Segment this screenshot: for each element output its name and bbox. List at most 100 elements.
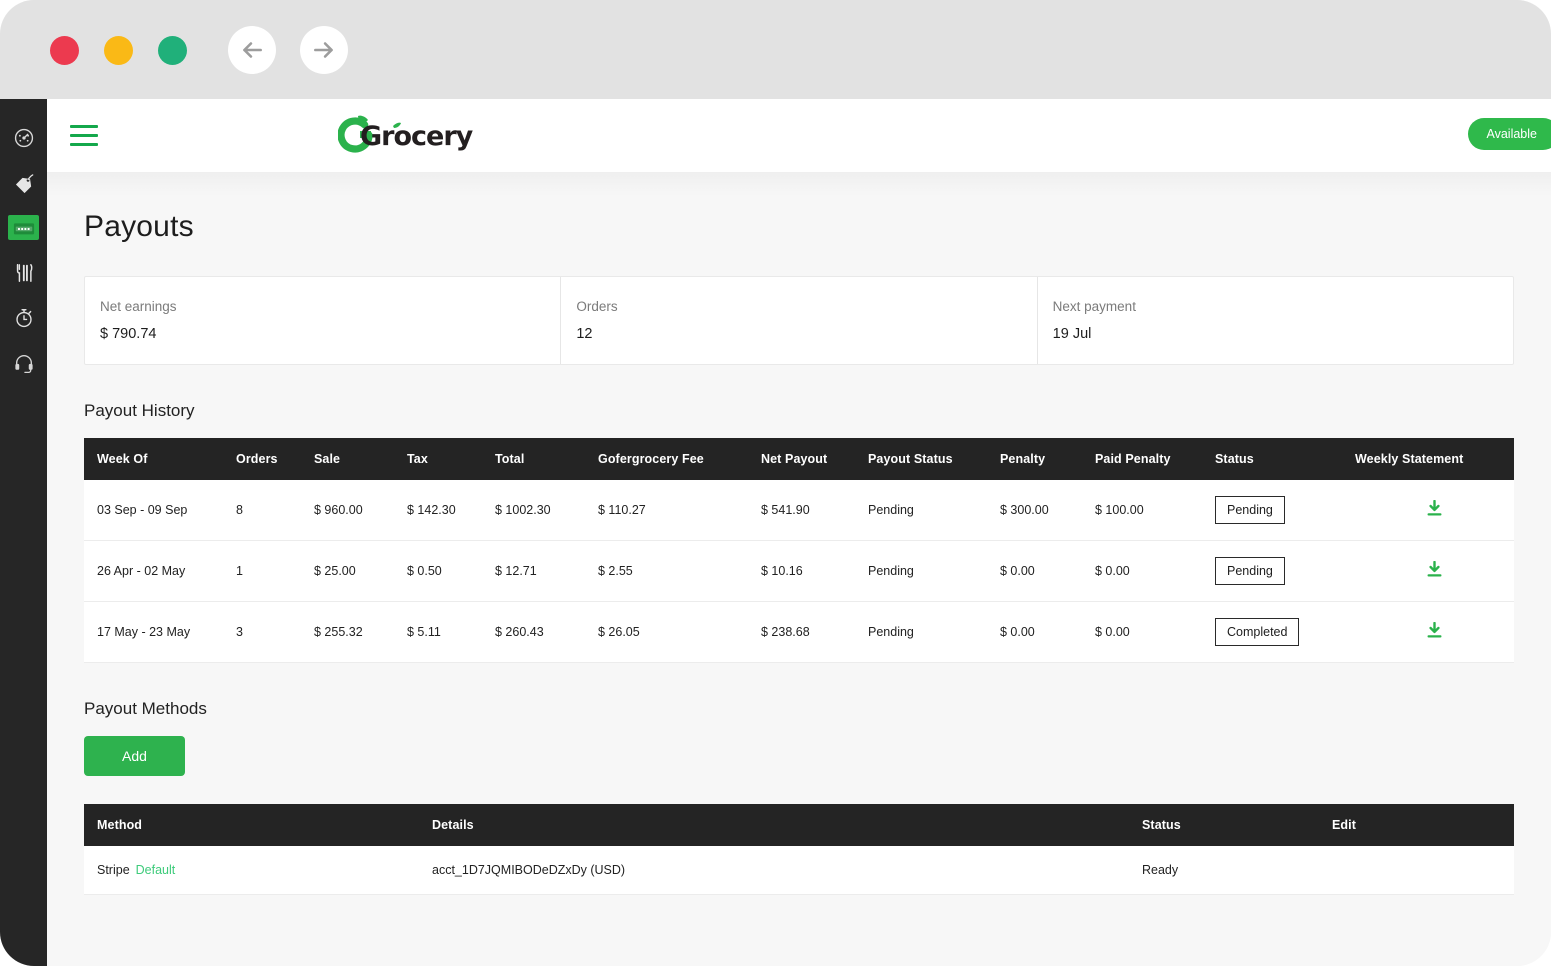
payout-methods-table-wrap: Method Details Status Edit Stripe Default bbox=[84, 804, 1514, 895]
hamburger-menu-button[interactable] bbox=[70, 125, 98, 146]
status-badge: Pending bbox=[1215, 496, 1285, 524]
tag-icon bbox=[15, 173, 33, 193]
cell-weekly-statement[interactable] bbox=[1355, 540, 1514, 602]
sidebar-item-dashboard[interactable] bbox=[0, 115, 47, 160]
cell-penalty: $ 0.00 bbox=[1000, 540, 1095, 602]
cell-week-of[interactable]: 26 Apr - 02 May bbox=[84, 540, 236, 602]
sidebar-item-menu[interactable] bbox=[0, 250, 47, 295]
cell-tax: $ 142.30 bbox=[407, 480, 495, 541]
column-header-penalty: Penalty bbox=[1000, 438, 1095, 480]
speedometer-icon bbox=[14, 128, 33, 147]
table-row: 03 Sep - 09 Sep 8 $ 960.00 $ 142.30 $ 10… bbox=[84, 480, 1514, 541]
hamburger-bar bbox=[70, 143, 98, 146]
hamburger-bar bbox=[70, 125, 98, 128]
cell-paid-penalty: $ 100.00 bbox=[1095, 480, 1215, 541]
status-badge: Pending bbox=[1215, 557, 1285, 585]
back-button[interactable] bbox=[228, 26, 276, 74]
cell-net-payout: $ 10.16 bbox=[761, 540, 868, 602]
cell-week-of[interactable]: 03 Sep - 09 Sep bbox=[84, 480, 236, 541]
payout-history-table: Week Of Orders Sale Tax Total Gofergroce… bbox=[84, 438, 1514, 663]
close-window-button[interactable] bbox=[50, 36, 79, 65]
page-content: Payouts Net earnings $ 790.74 Orders 12 … bbox=[47, 172, 1551, 966]
cell-weekly-statement[interactable] bbox=[1355, 480, 1514, 541]
arrow-right-icon bbox=[314, 42, 333, 58]
summary-card-value: 12 bbox=[576, 326, 593, 342]
traffic-light-buttons bbox=[50, 36, 187, 65]
column-header-net-payout: Net Payout bbox=[761, 438, 868, 480]
sidebar-item-support[interactable] bbox=[0, 340, 47, 385]
cell-orders: 3 bbox=[236, 601, 314, 663]
status-badge: Completed bbox=[1215, 618, 1300, 646]
column-header-paid-penalty: Paid Penalty bbox=[1095, 438, 1215, 480]
cell-weekly-statement[interactable] bbox=[1355, 601, 1514, 663]
money-card-icon bbox=[13, 222, 34, 234]
column-header-payout-status: Payout Status bbox=[868, 438, 1000, 480]
cell-paid-penalty: $ 0.00 bbox=[1095, 601, 1215, 663]
column-header-sale: Sale bbox=[314, 438, 407, 480]
column-header-edit: Edit bbox=[1332, 804, 1514, 846]
window-titlebar bbox=[0, 0, 1551, 99]
headset-icon bbox=[14, 354, 33, 373]
sidebar-item-payouts[interactable] bbox=[0, 205, 47, 250]
payout-history-title: Payout History bbox=[84, 401, 195, 420]
sidebar-nav bbox=[0, 99, 47, 966]
column-header-tax: Tax bbox=[407, 438, 495, 480]
summary-card-label: Orders bbox=[576, 299, 618, 314]
cell-fee: $ 2.55 bbox=[598, 540, 761, 602]
sidebar-item-hours[interactable] bbox=[0, 295, 47, 340]
column-header-total: Total bbox=[495, 438, 598, 480]
minimize-window-button[interactable] bbox=[104, 36, 133, 65]
summary-card-value: $ 790.74 bbox=[100, 326, 157, 342]
maximize-window-button[interactable] bbox=[158, 36, 187, 65]
cell-fee: $ 110.27 bbox=[598, 480, 761, 541]
summary-card-orders: Orders 12 bbox=[561, 277, 1038, 364]
app-body: Grocery Available Payouts Net earnings $… bbox=[0, 99, 1551, 966]
add-payout-method-button[interactable]: Add bbox=[84, 736, 185, 776]
download-icon[interactable] bbox=[1427, 560, 1442, 581]
sidebar-item-offers[interactable] bbox=[0, 160, 47, 205]
column-header-fee: Gofergrocery Fee bbox=[598, 438, 761, 480]
cell-payout-status: Pending bbox=[868, 601, 1000, 663]
brand-logo[interactable]: Grocery bbox=[338, 109, 473, 161]
download-icon[interactable] bbox=[1427, 621, 1442, 642]
cell-status: Pending bbox=[1215, 540, 1355, 602]
column-header-weekly-statement: Weekly Statement bbox=[1355, 438, 1514, 480]
summary-card-label: Next payment bbox=[1052, 299, 1136, 314]
status-badge[interactable]: Available bbox=[1468, 118, 1551, 150]
table-header-row: Method Details Status Edit bbox=[84, 804, 1514, 846]
cell-sale: $ 960.00 bbox=[314, 480, 407, 541]
column-header-method: Method bbox=[84, 804, 432, 846]
cell-method: Stripe Default bbox=[84, 846, 432, 895]
table-row: Stripe Default acct_1D7JQMIBODeDZxDy (USD… bbox=[84, 846, 1514, 895]
main-column: Grocery Available Payouts Net earnings $… bbox=[47, 99, 1551, 966]
cell-tax: $ 5.11 bbox=[407, 601, 495, 663]
cell-orders: 8 bbox=[236, 480, 314, 541]
stopwatch-icon bbox=[15, 308, 32, 327]
table-header-row: Week Of Orders Sale Tax Total Gofergroce… bbox=[84, 438, 1514, 480]
cell-paid-penalty: $ 0.00 bbox=[1095, 540, 1215, 602]
cell-status: Pending bbox=[1215, 480, 1355, 541]
cell-sale: $ 25.00 bbox=[314, 540, 407, 602]
download-icon[interactable] bbox=[1427, 499, 1442, 520]
cell-penalty: $ 0.00 bbox=[1000, 601, 1095, 663]
arrow-left-icon bbox=[243, 42, 262, 58]
column-header-week-of: Week Of bbox=[84, 438, 236, 480]
cell-fee: $ 26.05 bbox=[598, 601, 761, 663]
column-header-details: Details bbox=[432, 804, 1142, 846]
summary-card-net-earnings: Net earnings $ 790.74 bbox=[85, 277, 562, 364]
cell-net-payout: $ 238.68 bbox=[761, 601, 868, 663]
forward-button[interactable] bbox=[300, 26, 348, 74]
cell-edit[interactable] bbox=[1332, 846, 1514, 895]
column-header-status: Status bbox=[1142, 804, 1332, 846]
cell-week-of[interactable]: 17 May - 23 May bbox=[84, 601, 236, 663]
payout-methods-title: Payout Methods bbox=[84, 699, 207, 718]
method-default-tag: Default bbox=[135, 862, 176, 877]
page-title: Payouts bbox=[84, 210, 194, 243]
summary-cards: Net earnings $ 790.74 Orders 12 Next pay… bbox=[84, 276, 1514, 365]
summary-card-label: Net earnings bbox=[100, 299, 177, 314]
cell-tax: $ 0.50 bbox=[407, 540, 495, 602]
summary-card-value: 19 Jul bbox=[1052, 326, 1092, 342]
table-row: 17 May - 23 May 3 $ 255.32 $ 5.11 $ 260.… bbox=[84, 601, 1514, 663]
navigation-buttons bbox=[228, 26, 348, 74]
cell-total: $ 12.71 bbox=[495, 540, 598, 602]
